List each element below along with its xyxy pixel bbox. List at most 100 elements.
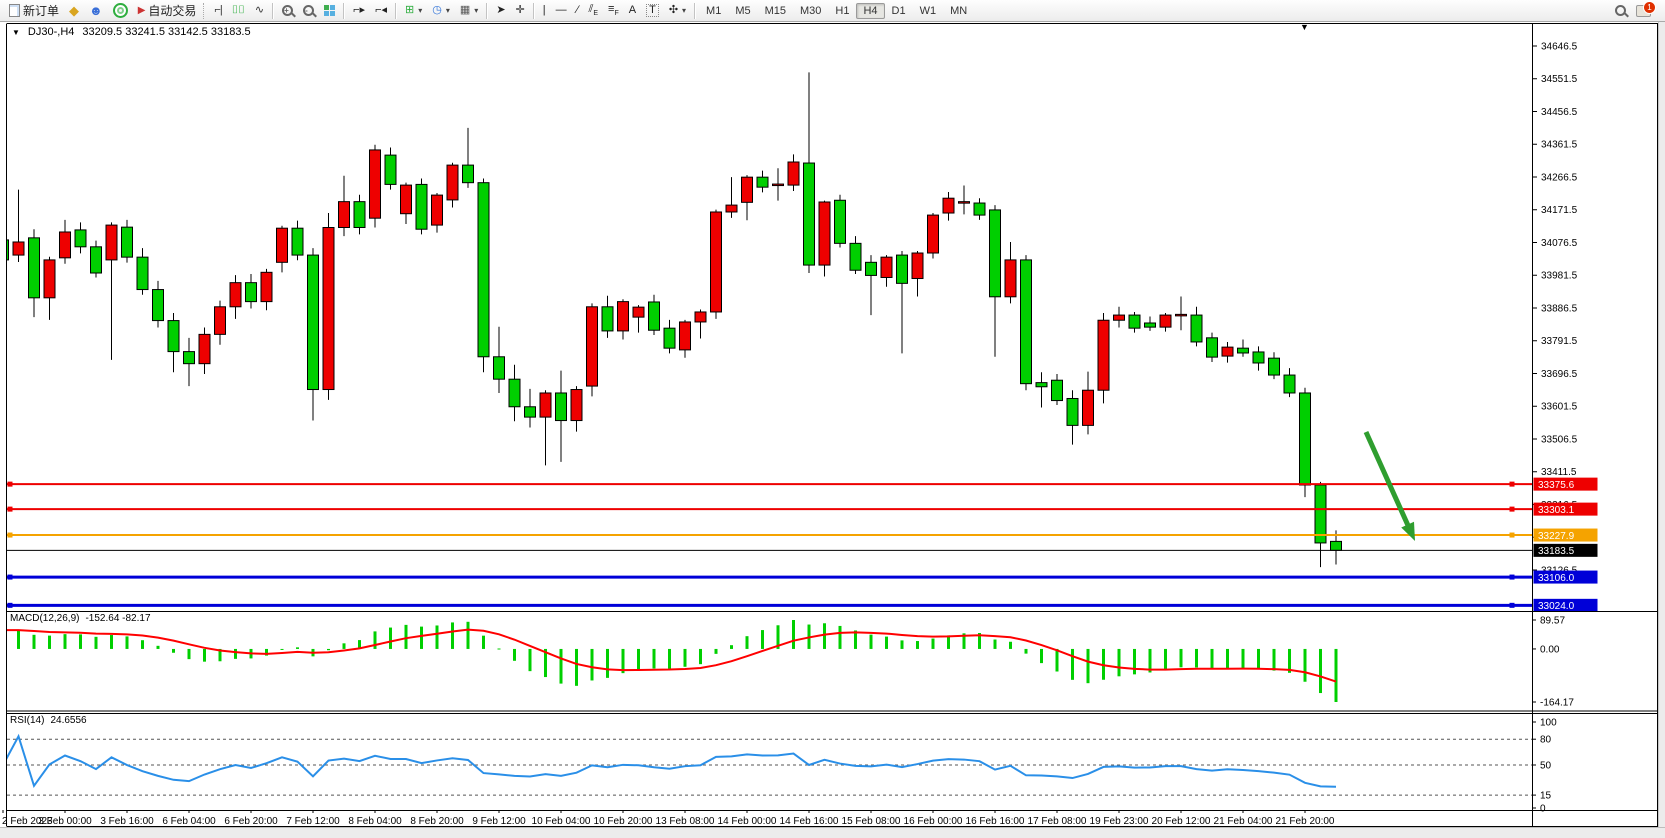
svg-text:33303.1: 33303.1 [1538,505,1575,516]
svg-text:10 Feb 04:00: 10 Feb 04:00 [532,816,591,827]
svg-text:34551.5: 34551.5 [1541,74,1578,85]
price-level-line[interactable]: 33024.0 [7,599,1598,612]
svg-text:20 Feb 12:00: 20 Feb 12:00 [1152,816,1211,827]
timeframe-M5[interactable]: M5 [728,3,757,19]
svg-text:19 Feb 23:00: 19 Feb 23:00 [1090,816,1149,827]
svg-text:6 Feb 04:00: 6 Feb 04:00 [162,816,216,827]
timeframe-H4[interactable]: H4 [856,3,884,19]
bar-chart-button[interactable]: ⌐| [209,1,226,21]
signals-icon[interactable] [108,1,133,21]
svg-text:7 Feb 12:00: 7 Feb 12:00 [286,816,340,827]
equidistant-channel-tool[interactable]: ⫽E [583,1,603,21]
crosshair-tool[interactable]: ✛ [511,1,530,21]
svg-text:33024.0: 33024.0 [1538,601,1575,612]
zoom-in-button[interactable]: + [277,1,298,21]
rsi-indicator-value: 24.6556 [50,715,86,726]
svg-text:9 Feb 12:00: 9 Feb 12:00 [472,816,526,827]
vertical-line-tool[interactable]: | [538,1,551,21]
tile-windows-icon [324,5,335,16]
svg-text:0.00: 0.00 [1540,644,1560,655]
autotrade-button[interactable]: ▶ 自动交易 [133,1,202,21]
window-right-edge [1658,22,1665,838]
svg-text:6 Feb 20:00: 6 Feb 20:00 [224,816,278,827]
svg-text:34646.5: 34646.5 [1541,41,1578,52]
notification-badge: 1 [1643,1,1656,14]
zoom-out-button[interactable]: - [298,1,319,21]
chart-canvas[interactable]: 34646.534551.534456.534361.534266.534171… [0,22,1665,838]
periods-button[interactable]: ◷▾ [427,1,455,21]
chart-title: ▼ DJ30-,H4 33209.5 33241.5 33142.5 33183… [12,26,251,38]
community-icon[interactable]: ☻ [84,1,108,21]
svg-text:13 Feb 08:00: 13 Feb 08:00 [656,816,715,827]
indicators-button[interactable]: ⊞▾ [400,1,427,21]
collapse-triangle-icon[interactable]: ▼ [12,28,20,37]
rsi-pane [3,736,1532,795]
svg-text:34456.5: 34456.5 [1541,107,1578,118]
templates-button[interactable]: ▦▾ [455,1,483,21]
svg-text:15: 15 [1540,791,1552,802]
chart-ohlc-readout: 33209.5 33241.5 33142.5 33183.5 [82,26,250,38]
price-level-line[interactable]: 33227.9 [7,529,1598,542]
svg-text:8 Feb 04:00: 8 Feb 04:00 [348,816,402,827]
svg-text:33601.5: 33601.5 [1541,402,1578,413]
macd-indicator-name: MACD(12,26,9) [10,613,79,624]
price-level-line[interactable]: 33106.0 [7,571,1598,584]
pane-borders [7,24,1659,827]
svg-text:100: 100 [1540,718,1557,729]
rsi-line [3,736,1336,786]
svg-text:34171.5: 34171.5 [1541,205,1578,216]
svg-text:33696.5: 33696.5 [1541,369,1578,380]
line-chart-button[interactable]: ∿ [250,1,269,21]
timeframe-M30[interactable]: M30 [793,3,828,19]
svg-text:33981.5: 33981.5 [1541,271,1578,282]
chart-shift-marker-icon[interactable]: ▼ [1300,22,1309,32]
time-axis: 2 Feb 20233 Feb 00:003 Feb 16:006 Feb 04… [2,810,1335,827]
svg-text:15 Feb 08:00: 15 Feb 08:00 [842,816,901,827]
svg-text:50: 50 [1540,761,1552,772]
timeframe-MN[interactable]: MN [943,3,974,19]
main-toolbar: 新订单 ◆ ☻ ▶ 自动交易 ⌐| ⌷⌷ ∿ + - ⌐▸ ⌐◂ ⊞▾ ◷▾ ▦… [0,0,1665,22]
timeframe-M1[interactable]: M1 [699,3,728,19]
rsi-indicator-name: RSI(14) [10,715,44,726]
fibonacci-tool[interactable]: ≡F [603,1,624,21]
arrows-tool[interactable]: ✣▾ [664,1,691,21]
candlestick-series [0,72,1342,567]
price-level-line[interactable]: 33375.6 [7,478,1598,491]
notifications-icon[interactable]: 1 [1636,5,1651,17]
timeframe-D1[interactable]: D1 [885,3,913,19]
new-order-icon [9,4,20,17]
svg-text:33411.5: 33411.5 [1541,467,1577,478]
text-label-tool[interactable]: T [641,1,664,21]
rsi-pane-label: RSI(14) 24.6556 [10,715,87,726]
svg-text:33506.5: 33506.5 [1541,434,1578,445]
tile-windows-button[interactable] [319,1,340,21]
svg-text:-164.17: -164.17 [1540,698,1574,709]
svg-text:34076.5: 34076.5 [1541,238,1578,249]
timeframe-buttons: M1M5M15M30H1H4D1W1MN [699,3,974,19]
svg-text:14 Feb 00:00: 14 Feb 00:00 [718,816,777,827]
mt4-window: 新订单 ◆ ☻ ▶ 自动交易 ⌐| ⌷⌷ ∿ + - ⌐▸ ⌐◂ ⊞▾ ◷▾ ▦… [0,0,1665,838]
timeframe-W1[interactable]: W1 [913,3,944,19]
chart-shift-button[interactable]: ⌐◂ [370,1,392,21]
new-order-button[interactable]: 新订单 [4,1,64,21]
horizontal-line-tool[interactable]: — [551,1,572,21]
auto-scroll-button[interactable]: ⌐▸ [348,1,370,21]
macd-pane [2,620,1338,702]
cursor-tool[interactable]: ➤ [491,1,510,21]
price-level-line[interactable]: 33303.1 [7,503,1598,516]
market-icon[interactable]: ◆ [64,1,84,21]
autotrade-label: 自动交易 [148,2,196,19]
text-tool[interactable]: A [624,1,641,21]
search-icon[interactable] [1615,5,1626,16]
timeframe-M15[interactable]: M15 [758,3,793,19]
candlestick-chart-button[interactable]: ⌷⌷ [227,1,250,21]
zoom-out-icon: - [303,5,314,16]
price-level-line[interactable]: 33183.5 [7,544,1598,557]
annotation-arrow[interactable] [1366,432,1415,541]
timeframe-H1[interactable]: H1 [828,3,856,19]
svg-text:33227.9: 33227.9 [1538,531,1575,542]
macd-pane-label: MACD(12,26,9) -152.64 -82.17 [10,613,151,624]
chart-symbol-period: DJ30-,H4 [28,26,74,38]
trendline-tool[interactable]: ∕ [572,1,584,21]
svg-text:17 Feb 08:00: 17 Feb 08:00 [1028,816,1087,827]
